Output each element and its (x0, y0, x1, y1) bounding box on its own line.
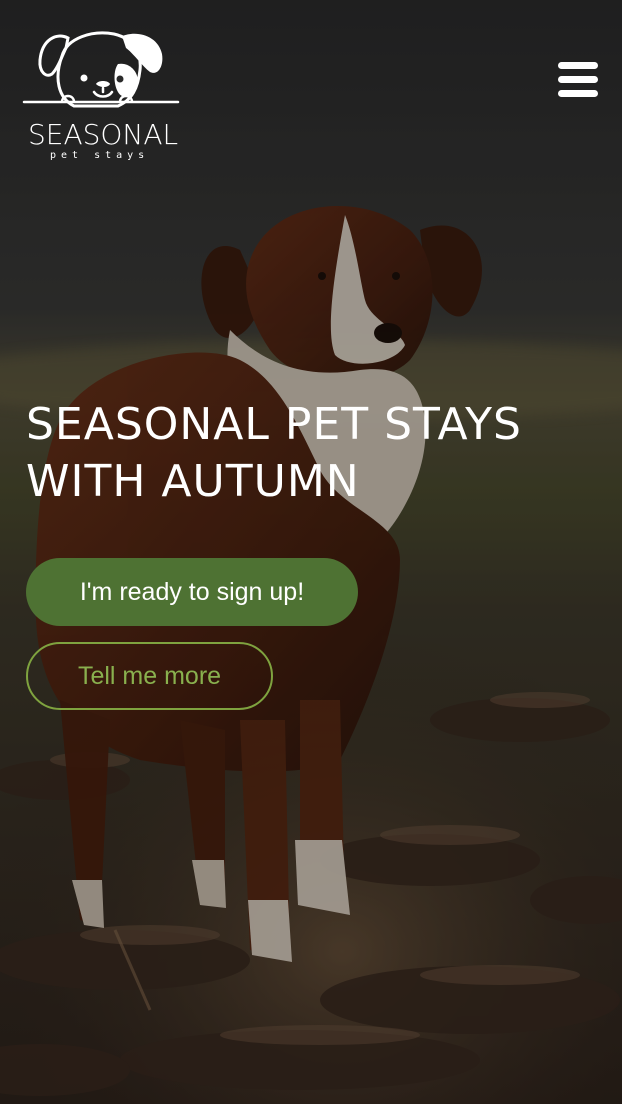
menu-bar-middle (558, 76, 598, 83)
brand-tagline: pet stays (50, 150, 150, 161)
hero-headline: SEASONAL PET STAYS WITH AUTUMN (26, 399, 522, 507)
menu-bar-top (558, 62, 598, 69)
brand-name: SEASONAL (28, 118, 179, 151)
dog-face-icon (22, 31, 180, 108)
hero-section: SEASONAL pet stays SEASONAL PET STAYS WI… (0, 0, 622, 1104)
hamburger-menu-icon[interactable] (558, 62, 598, 98)
menu-bar-bottom (558, 90, 598, 97)
tell-me-more-button[interactable]: Tell me more (26, 642, 273, 710)
sign-up-button[interactable]: I'm ready to sign up! (26, 558, 358, 626)
brand-logo[interactable]: SEASONAL pet stays (22, 26, 184, 166)
